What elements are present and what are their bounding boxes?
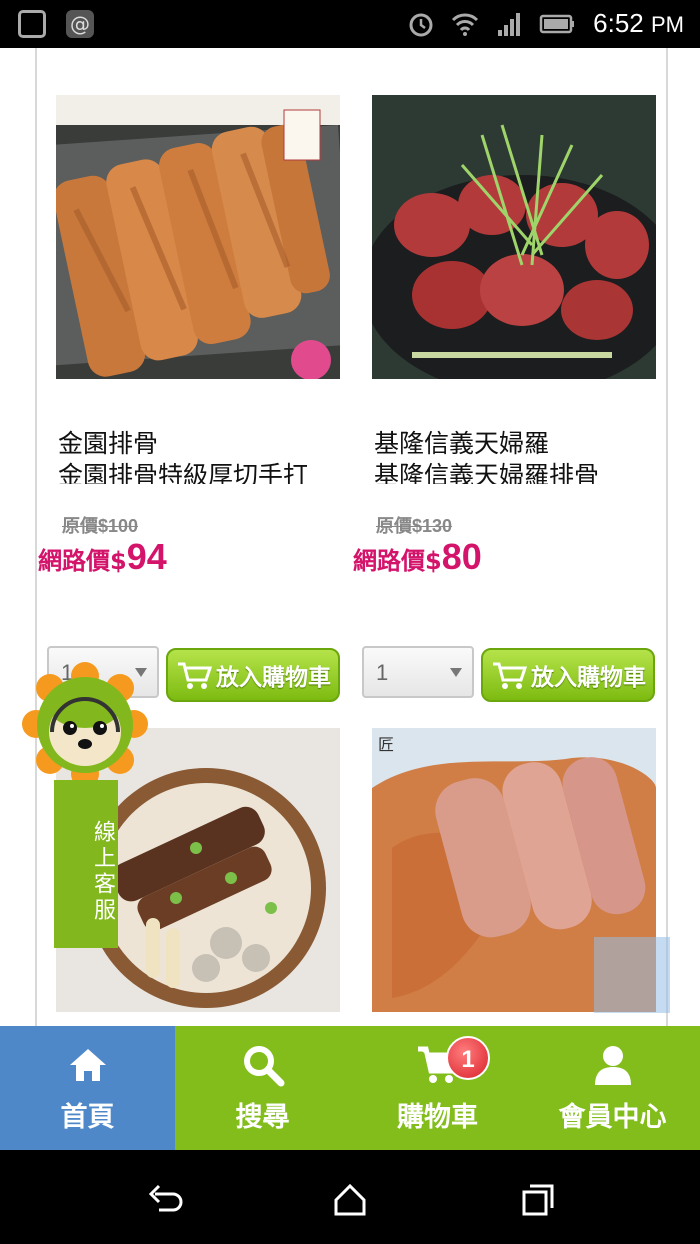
wifi-icon [452,13,479,36]
signal-icon [498,12,521,36]
nav-home-label: 首頁 [60,1101,115,1133]
cart-icon [178,662,212,689]
user-icon [594,1045,631,1085]
home-icon [69,1048,106,1081]
cart-count-badge: 1 [446,1036,490,1080]
product-card[interactable]: 金園排骨 金園排骨特級厚切手打 原價$100 網路價$94 1 放入購物車 [0,48,350,728]
quantity-select[interactable]: 1 [362,646,474,698]
nav-search-label: 搜尋 [235,1101,290,1133]
nav-cart-label: 購物車 [397,1101,478,1133]
bottom-nav: 首頁 搜尋 購物車 1 會員中心 [0,1026,700,1150]
recent-apps-icon[interactable] [518,1180,558,1220]
product-name[interactable]: 基隆信義天婦羅 基隆信義天婦羅排骨 [374,428,664,484]
scroll-indicator[interactable] [594,937,670,1013]
at-notification-icon: @ [66,10,94,38]
product-card[interactable]: 基隆信義天婦羅 基隆信義天婦羅排骨 原價$130 網路價$80 1 放入購物車 [350,48,700,728]
clock: 6:52 PM [593,8,684,38]
original-price: 原價$100 [62,516,139,536]
web-price: 網路價$80 [353,536,482,577]
nav-member-label: 會員中心 [558,1101,667,1133]
nav-home[interactable]: 首頁 [0,1026,175,1150]
home-button-icon[interactable] [330,1180,370,1220]
status-bar: @ 6:52 PM [0,0,700,48]
alarm-icon [409,13,433,36]
original-price: 原價$130 [376,516,453,536]
add-to-cart-button[interactable]: 放入購物車 [166,648,340,702]
web-price: 網路價$94 [38,536,167,577]
cart-icon [493,662,527,689]
system-navigation-bar [0,1150,700,1244]
svg-text:匠: 匠 [378,735,394,754]
product-image[interactable] [372,95,656,379]
product-image[interactable] [56,95,340,379]
mascot-icon [22,662,148,788]
nav-member[interactable]: 會員中心 [525,1026,700,1150]
dropdown-caret-icon [450,668,462,677]
sim-icon [18,10,46,38]
back-icon[interactable] [145,1180,185,1220]
battery-icon [539,14,575,33]
add-to-cart-button[interactable]: 放入購物車 [481,648,655,702]
customer-service-tab[interactable]: 線上客服 [54,780,118,948]
product-name[interactable]: 金園排骨 金園排骨特級厚切手打 [58,428,348,484]
search-icon [243,1045,284,1086]
nav-search[interactable]: 搜尋 [175,1026,350,1150]
nav-cart[interactable]: 購物車 1 [350,1026,525,1150]
customer-service-widget[interactable]: 線上客服 [22,662,148,958]
